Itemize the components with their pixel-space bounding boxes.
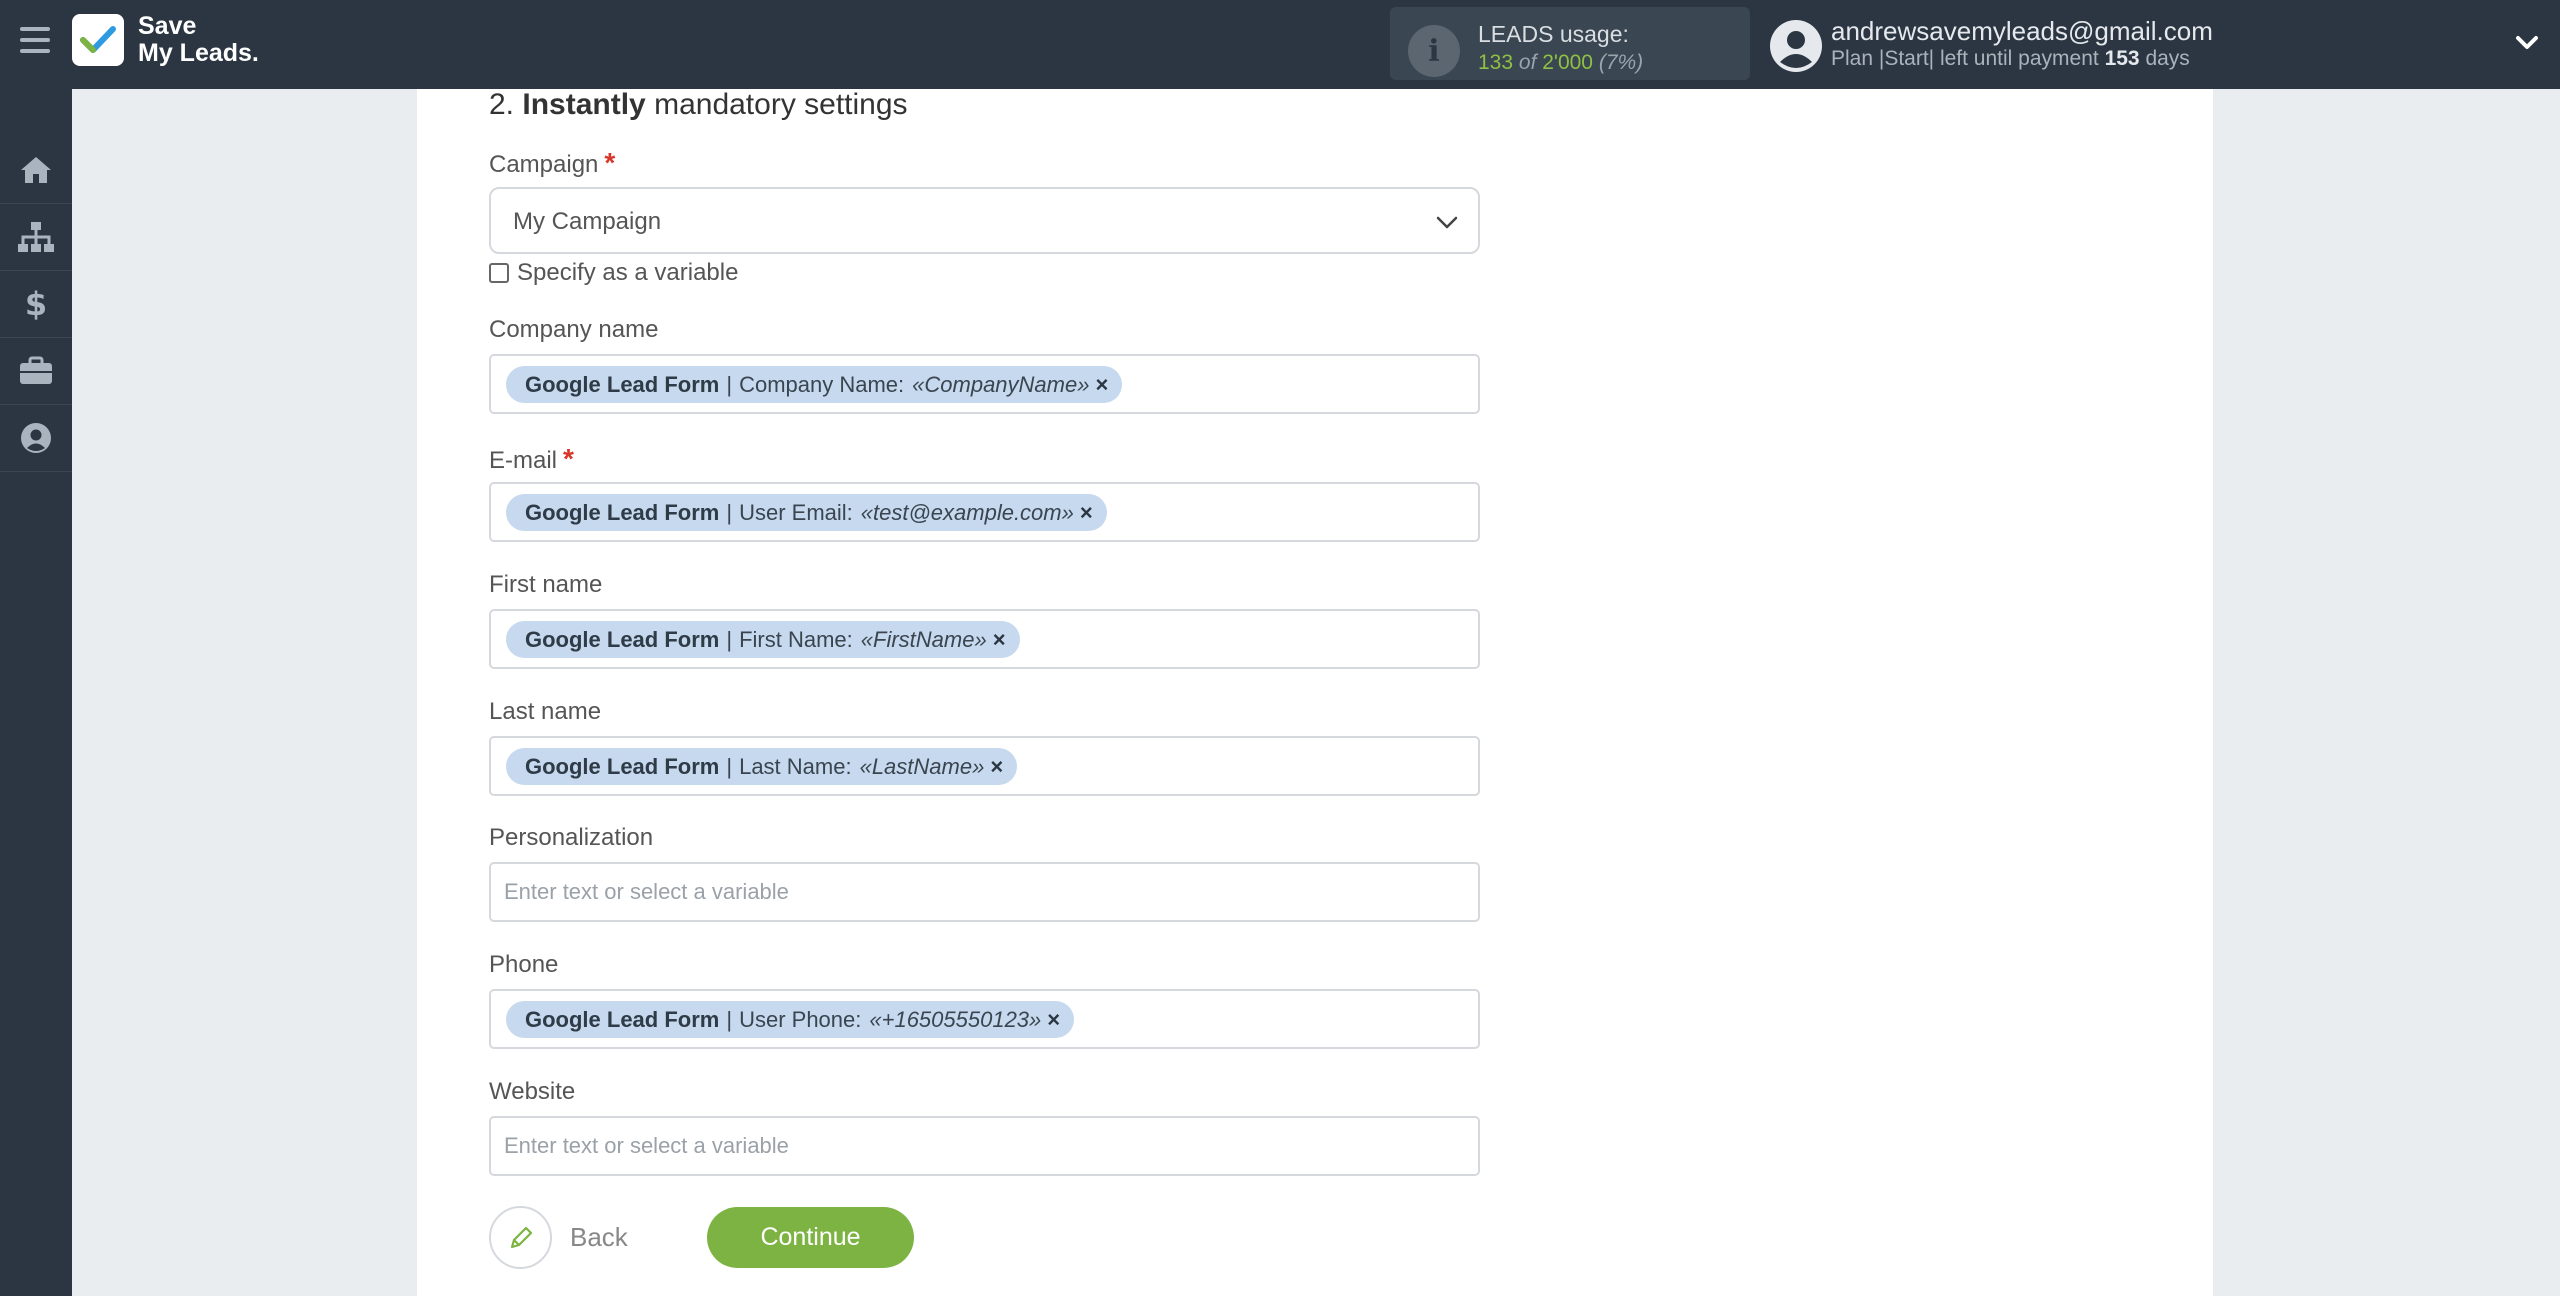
account-avatar-icon[interactable] [1768, 18, 1824, 74]
required-mark: * [604, 147, 616, 178]
tag-source: Google Lead Form [525, 1006, 720, 1032]
info-icon[interactable]: i [1408, 25, 1460, 77]
variable-tag: Google Lead Form | Company Name: «Compan… [506, 366, 1123, 403]
top-bar: Save My Leads. i LEADS usage: 133 of 2'0… [0, 0, 2560, 89]
home-icon [21, 157, 51, 183]
logo[interactable]: Save My Leads. [72, 13, 259, 67]
tag-source: Google Lead Form [525, 626, 720, 652]
specify-variable-checkbox[interactable] [489, 263, 509, 283]
campaign-label: Campaign * [489, 147, 615, 179]
usage-title: LEADS usage: [1478, 21, 1629, 47]
last-name-field[interactable]: Google Lead Form | Last Name: «LastName»… [489, 736, 1480, 796]
tag-field: Company Name: [739, 371, 905, 397]
campaign-label-text: Campaign [489, 151, 599, 178]
usage-of: of [1518, 51, 1537, 74]
tag-value: «+16505550123» [869, 1006, 1042, 1032]
logo-line1: Save [138, 12, 197, 40]
user-circle-icon [21, 423, 51, 453]
tag-field: First Name: [739, 626, 853, 652]
usage-used: 133 [1478, 51, 1514, 74]
tag-field: Last Name: [739, 753, 852, 779]
sitemap-icon [18, 222, 54, 252]
tag-value: «FirstName» [860, 626, 987, 652]
remove-tag-icon[interactable]: × [993, 627, 1006, 653]
tag-separator: | [726, 753, 733, 779]
tag-source: Google Lead Form [525, 371, 720, 397]
tag-value: «test@example.com» [860, 499, 1074, 525]
pencil-icon [489, 1206, 552, 1269]
email-label: E-mail * [489, 443, 574, 475]
required-mark: * [563, 443, 574, 474]
sidebar-item-tools[interactable] [0, 338, 72, 405]
logo-text: Save My Leads. [138, 13, 259, 67]
usage-values: 133 of 2'000 (7%) [1478, 51, 1643, 75]
variable-tag: Google Lead Form | User Email: «test@exa… [506, 494, 1107, 531]
tag-field: User Email: [739, 499, 853, 525]
chevron-down-icon [1436, 216, 1458, 229]
tag-value: «LastName» [859, 753, 985, 779]
remove-tag-icon[interactable]: × [1080, 500, 1093, 526]
campaign-select[interactable]: My Campaign [489, 187, 1480, 254]
section-title-rest: mandatory settings [654, 88, 908, 121]
sidebar-item-profile[interactable] [0, 405, 72, 472]
sidebar-item-home[interactable] [0, 137, 72, 204]
briefcase-icon [20, 356, 52, 384]
remove-tag-icon[interactable]: × [990, 754, 1003, 780]
dollar-icon: $ [25, 287, 47, 321]
menu-icon[interactable] [20, 27, 50, 57]
email-field[interactable]: Google Lead Form | User Email: «test@exa… [489, 482, 1480, 542]
remove-tag-icon[interactable]: × [1095, 372, 1108, 398]
personalization-input[interactable] [489, 862, 1480, 922]
tag-source: Google Lead Form [525, 499, 720, 525]
personalization-label: Personalization [489, 824, 654, 851]
logo-check-icon [72, 14, 124, 66]
tag-separator: | [726, 371, 733, 397]
section-title-bold: Instantly [522, 88, 646, 121]
company-name-field[interactable]: Google Lead Form | Company Name: «Compan… [489, 354, 1480, 414]
variable-tag: Google Lead Form | User Phone: «+1650555… [506, 1001, 1075, 1038]
sidebar-item-billing[interactable]: $ [0, 271, 72, 338]
usage-total: 2'000 [1542, 51, 1593, 74]
back-button[interactable]: Back [489, 1206, 628, 1269]
specify-variable-label: Specify as a variable [517, 259, 739, 286]
website-input[interactable] [489, 1116, 1480, 1176]
first-name-label: First name [489, 571, 603, 598]
section-number: 2. [489, 88, 515, 121]
specify-variable-row: Specify as a variable [489, 259, 738, 287]
continue-button[interactable]: Continue [707, 1207, 914, 1268]
tag-value: «CompanyName» [912, 371, 1090, 397]
logo-line2: My Leads. [138, 39, 259, 67]
tag-separator: | [726, 499, 733, 525]
tag-source: Google Lead Form [525, 753, 720, 779]
tag-field: User Phone: [739, 1006, 862, 1032]
svg-text:$: $ [25, 287, 47, 321]
first-name-field[interactable]: Google Lead Form | First Name: «FirstNam… [489, 609, 1480, 669]
tag-separator: | [726, 626, 733, 652]
campaign-select-value: My Campaign [513, 208, 662, 235]
remove-tag-icon[interactable]: × [1047, 1007, 1060, 1033]
website-label: Website [489, 1078, 576, 1105]
phone-label: Phone [489, 951, 559, 978]
plan-prefix: Plan |Start| left until payment [1831, 47, 2099, 70]
last-name-label: Last name [489, 698, 602, 725]
phone-field[interactable]: Google Lead Form | User Phone: «+1650555… [489, 989, 1480, 1049]
back-label: Back [570, 1222, 628, 1252]
variable-tag: Google Lead Form | First Name: «FirstNam… [506, 621, 1020, 658]
plan-days: 153 [2104, 47, 2140, 70]
variable-tag: Google Lead Form | Last Name: «LastName»… [506, 748, 1018, 785]
account-plan: Plan |Start| left until payment 153 days [1831, 47, 2190, 71]
plan-suffix: days [2145, 47, 2190, 70]
section-title: 2. Instantly mandatory settings [489, 88, 908, 122]
leads-usage-box: i LEADS usage: 133 of 2'000 (7%) [1390, 7, 1750, 80]
usage-percent: (7%) [1598, 51, 1644, 74]
tag-separator: | [726, 1006, 733, 1032]
sidebar: $ [0, 89, 72, 1296]
account-email[interactable]: andrewsavemyleads@gmail.com [1831, 16, 2213, 47]
company-name-label: Company name [489, 316, 659, 343]
email-label-text: E-mail [489, 447, 558, 474]
sidebar-item-connections[interactable] [0, 204, 72, 271]
chevron-down-icon[interactable] [2512, 28, 2542, 58]
